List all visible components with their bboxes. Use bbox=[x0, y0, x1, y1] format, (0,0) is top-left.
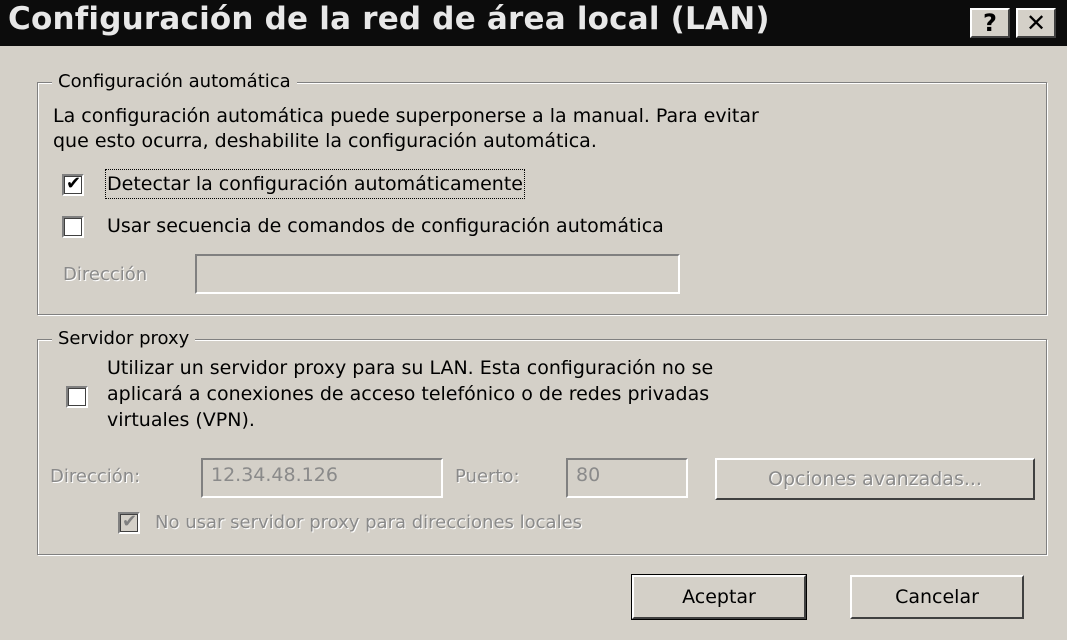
advanced-options-button[interactable]: Opciones avanzadas... bbox=[715, 458, 1035, 500]
bypass-local-checkbox[interactable]: ✔ bbox=[118, 511, 140, 534]
auto-config-description-line2: que esto ocurra, deshabilite la configur… bbox=[53, 130, 597, 152]
use-proxy-checkbox[interactable] bbox=[66, 386, 88, 408]
window-title: Configuración de la red de área local (L… bbox=[8, 1, 770, 37]
script-address-input[interactable] bbox=[195, 254, 680, 294]
use-proxy-label-line2: aplicará a conexiones de acceso telefóni… bbox=[107, 383, 710, 405]
title-bar[interactable]: Configuración de la red de área local (L… bbox=[0, 0, 1067, 46]
proxy-address-input[interactable]: 12.34.48.126 bbox=[201, 458, 443, 498]
help-button[interactable]: ? bbox=[970, 8, 1010, 38]
proxy-legend: Servidor proxy bbox=[52, 327, 196, 351]
proxy-port-label: Puerto: bbox=[455, 466, 520, 487]
use-script-label[interactable]: Usar secuencia de comandos de configurac… bbox=[107, 213, 664, 239]
use-script-checkbox[interactable] bbox=[62, 216, 84, 238]
proxy-port-input[interactable]: 80 bbox=[566, 458, 688, 498]
auto-config-description-line1: La configuración automática puede superp… bbox=[53, 105, 759, 127]
bypass-local-label[interactable]: No usar servidor proxy para direcciones … bbox=[155, 510, 582, 536]
ok-button[interactable]: Aceptar bbox=[631, 574, 807, 620]
checkmark-icon: ✔ bbox=[66, 173, 82, 194]
checkmark-icon: ✔ bbox=[122, 511, 138, 532]
detect-auto-label[interactable]: Detectar la configuración automáticament… bbox=[105, 169, 525, 199]
use-proxy-label-line1: Utilizar un servidor proxy para su LAN. … bbox=[107, 357, 714, 379]
auto-config-legend: Configuración automática bbox=[52, 70, 297, 94]
script-address-label: Dirección bbox=[63, 264, 148, 285]
cancel-button[interactable]: Cancelar bbox=[850, 575, 1024, 619]
use-proxy-label-line3: virtuales (VPN). bbox=[107, 409, 255, 431]
proxy-address-label: Dirección: bbox=[50, 466, 141, 487]
close-button[interactable]: ✕ bbox=[1016, 8, 1056, 38]
detect-auto-checkbox[interactable]: ✔ bbox=[62, 173, 84, 196]
